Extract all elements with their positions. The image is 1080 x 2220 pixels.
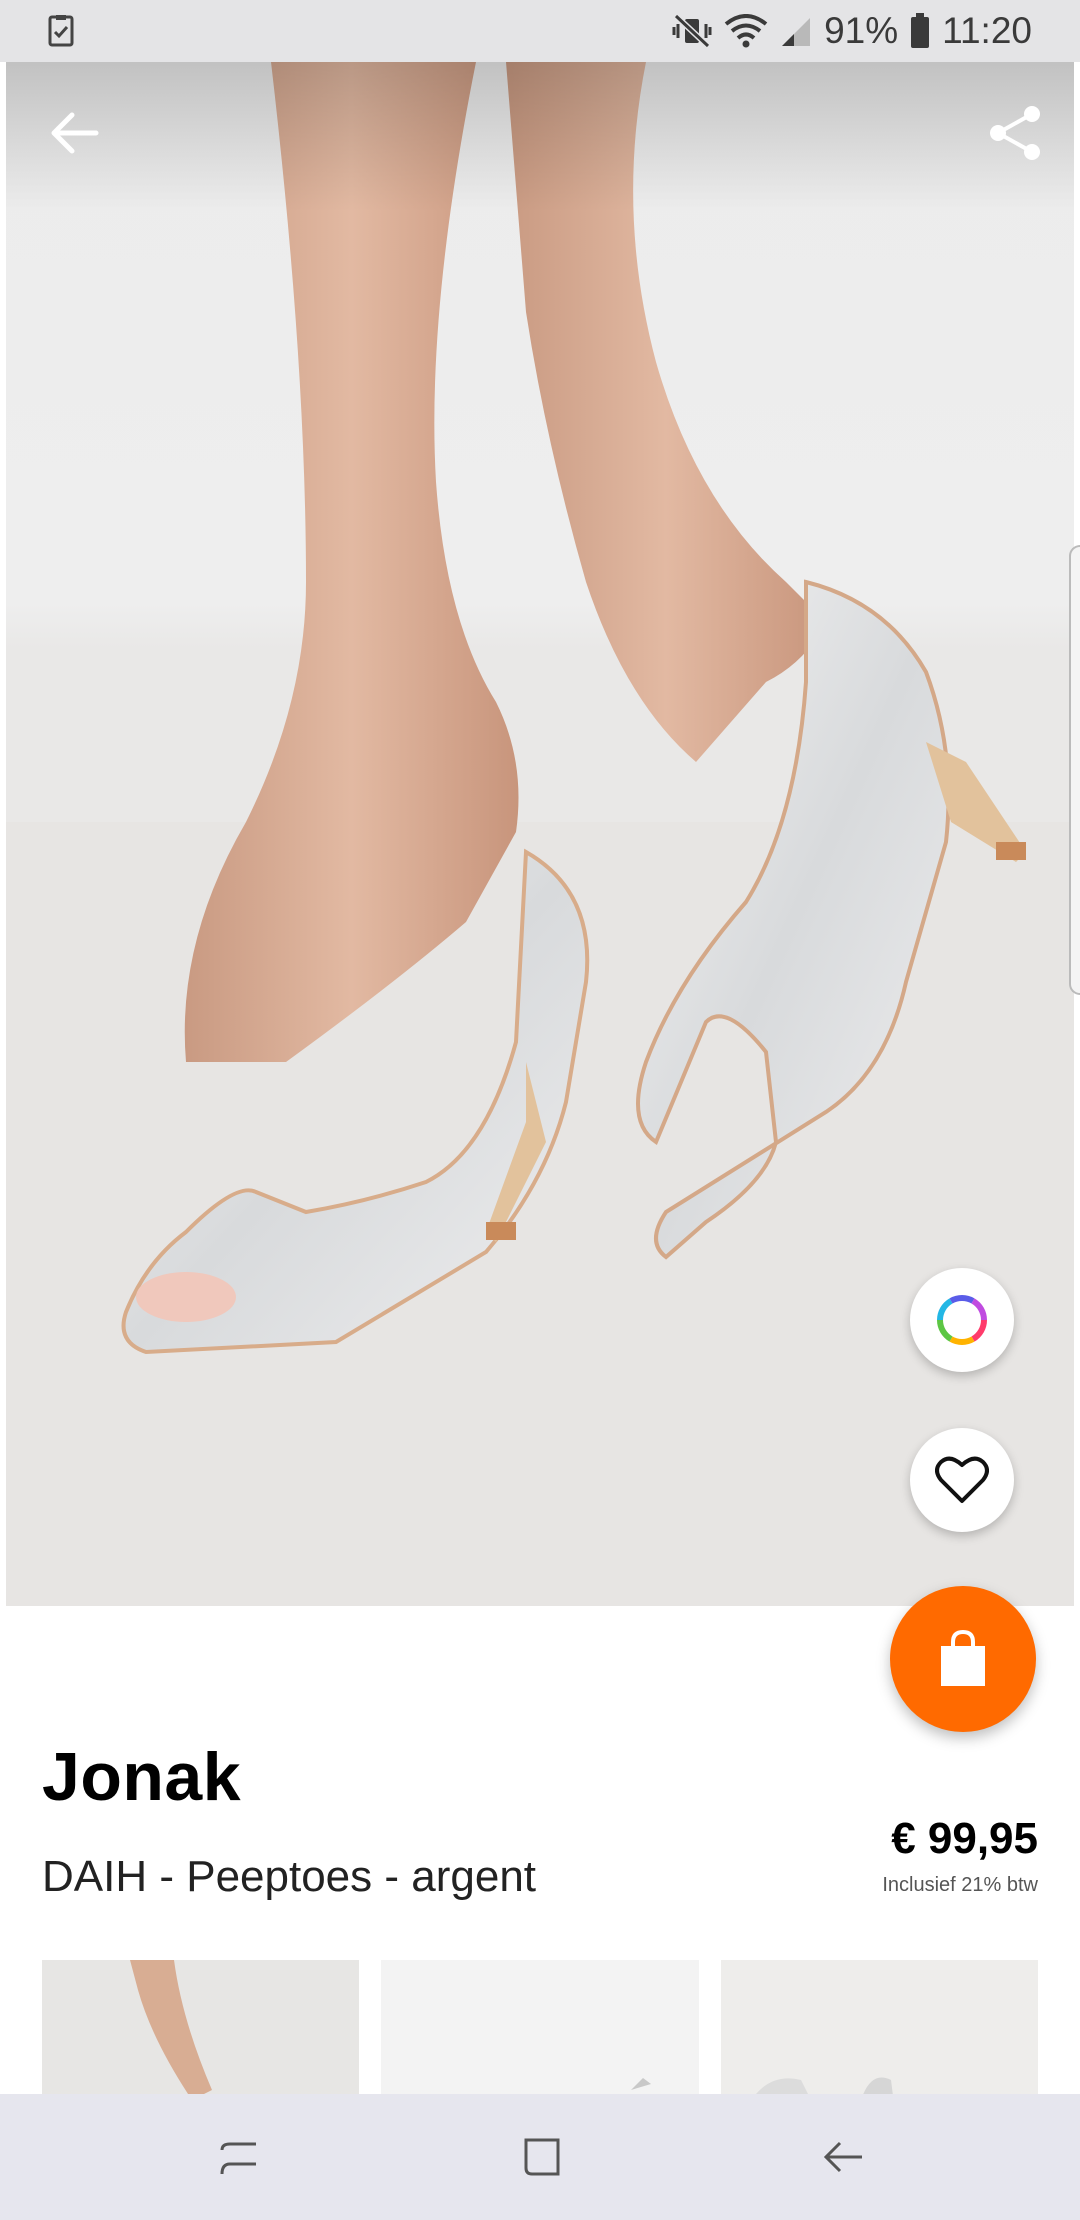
back-icon [823,2141,862,2173]
thumbnail-photo [42,1960,360,2094]
product-photo [6,62,1074,1606]
color-options-button[interactable] [910,1268,1014,1372]
shopping-bag-icon [941,1630,985,1686]
wifi-icon [724,14,768,48]
wishlist-button[interactable] [910,1428,1014,1532]
thumbnail-strip[interactable] [42,1960,1038,2094]
thumbnail-2[interactable] [381,1960,699,2094]
battery-icon [910,13,930,49]
product-image[interactable] [6,62,1074,1606]
battery-level: 91% [824,10,899,51]
home-button[interactable] [508,2124,574,2190]
task-check-icon [44,14,78,48]
share-button[interactable] [980,98,1050,168]
recent-apps-button[interactable] [206,2124,272,2190]
back-button[interactable] [40,98,110,168]
status-bar: 91% 11:20 [0,0,1080,62]
product-price: € 99,95 [891,1814,1038,1863]
product-name: DAIH - Peeptoes - argent [42,1852,537,1901]
vat-note: Inclusief 21% btw [882,1874,1038,1896]
back-nav-button[interactable] [810,2124,876,2190]
clock: 11:20 [942,10,1032,51]
signal-icon [780,14,812,48]
share-icon [990,106,1040,160]
brand-name[interactable]: Jonak [42,1738,241,1816]
heart-icon [935,1456,989,1503]
mute-vibrate-icon [672,14,712,48]
arrow-left-icon [51,112,99,154]
hero-top-shade [6,62,1074,212]
thumbnail-3[interactable] [720,1960,1038,2094]
recent-apps-icon [220,2142,256,2175]
edge-panel-handle[interactable] [1069,545,1080,995]
thumbnail-1[interactable] [42,1960,360,2094]
add-to-cart-button[interactable] [890,1586,1036,1732]
color-ring-icon [937,1295,987,1345]
thumbnail-photo [381,1960,699,2094]
thumbnail-photo [720,1960,1038,2094]
system-nav-bar [0,2094,1080,2220]
home-icon [524,2138,560,2176]
